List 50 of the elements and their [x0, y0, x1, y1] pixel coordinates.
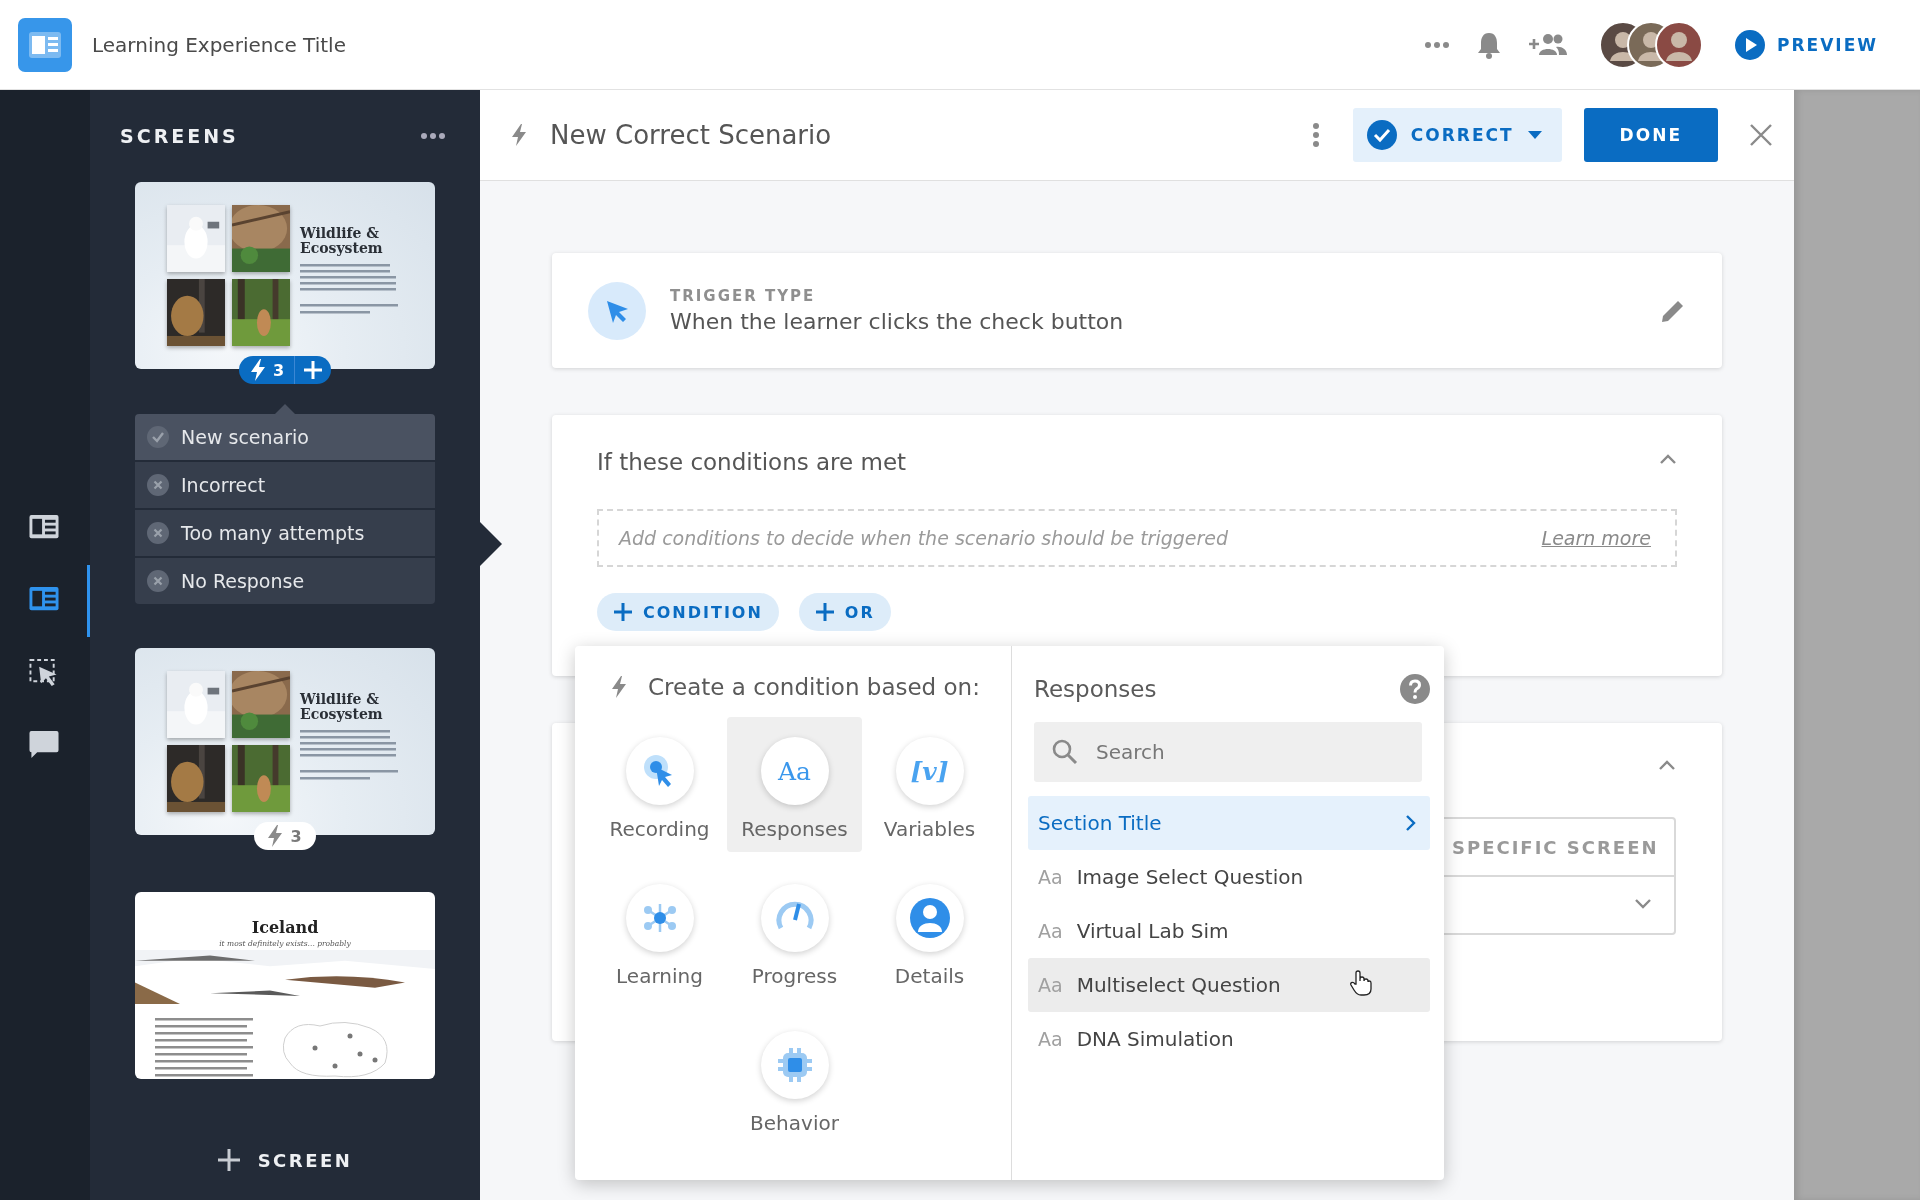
response-item[interactable]: Section Title — [1028, 796, 1430, 850]
search-field[interactable]: Search — [1096, 722, 1422, 782]
section-title: If these conditions are met — [597, 449, 907, 475]
preview-button[interactable]: PREVIEW — [1735, 29, 1878, 60]
item-label: Virtual Lab Sim — [1076, 919, 1229, 943]
response-item[interactable]: Aa Multiselect Question — [1028, 958, 1430, 1012]
panel-title: Responses — [1034, 676, 1157, 702]
item-label: Image Select Question — [1076, 865, 1304, 889]
add-condition-button[interactable]: CONDITION — [597, 593, 779, 631]
scenario-item[interactable]: Incorrect — [135, 462, 435, 508]
item-label: Section Title — [1038, 811, 1162, 835]
scenario-item[interactable]: No Response — [135, 558, 435, 604]
category-tile[interactable]: Aa Responses — [727, 717, 862, 852]
trigger-text: When the learner clicks the check button — [670, 309, 1125, 334]
category-tile[interactable]: Progress — [727, 864, 862, 999]
type-label: Aa — [1038, 1028, 1063, 1050]
category-glyph: [v] — [895, 737, 964, 805]
trigger-badge[interactable]: 3 — [238, 356, 332, 384]
action-label: SPECIFIC SCREEN — [1452, 836, 1659, 858]
learn-more-link[interactable]: Learn more — [1541, 527, 1651, 549]
item-label: Multiselect Question — [1076, 973, 1281, 997]
scenario-item[interactable]: Too many attempts — [135, 510, 435, 556]
status-dropdown[interactable]: CORRECT — [1352, 108, 1562, 162]
hint-text: Add conditions to decide when the scenario should be triggered — [619, 527, 1229, 549]
category-tile[interactable]: Behavior — [727, 1011, 862, 1146]
item-label: DNA Simulation — [1076, 1027, 1234, 1051]
category-glyph: Aa — [760, 737, 829, 805]
category-tile[interactable]: Details — [862, 864, 997, 999]
add-screen-button[interactable]: SCREEN — [211, 1148, 359, 1172]
field-label: TRIGGER TYPE — [670, 287, 817, 305]
done-button[interactable]: DONE — [1583, 108, 1718, 162]
response-item[interactable]: Aa DNA Simulation — [1028, 1012, 1430, 1066]
slide-title: Wildlife & Ecosystem — [300, 691, 384, 722]
scenario-title: New Correct Scenario — [550, 120, 833, 150]
type-label: Aa — [1038, 866, 1063, 888]
slide-title: Wildlife & Ecosystem — [300, 225, 384, 256]
type-label: Aa — [1038, 920, 1063, 942]
scenario-item[interactable]: New scenario — [135, 414, 435, 460]
trigger-badge[interactable]: 3 — [254, 822, 316, 850]
slide-title: Iceland — [251, 918, 319, 937]
response-item[interactable]: Aa Virtual Lab Sim — [1028, 904, 1430, 958]
document-title: Learning Experience Title — [92, 32, 346, 57]
category-tile[interactable]: Learning — [592, 864, 727, 999]
category-tile[interactable]: Recording — [592, 717, 727, 852]
category-tile[interactable]: [v] Variables — [862, 717, 997, 852]
type-label: Aa — [1038, 974, 1063, 996]
panel-title: SCREENS — [120, 125, 239, 147]
popup-title: Create a condition based on: — [648, 674, 980, 700]
response-item[interactable]: Aa Image Select Question — [1028, 850, 1430, 904]
add-condition-button[interactable]: OR — [798, 593, 891, 631]
